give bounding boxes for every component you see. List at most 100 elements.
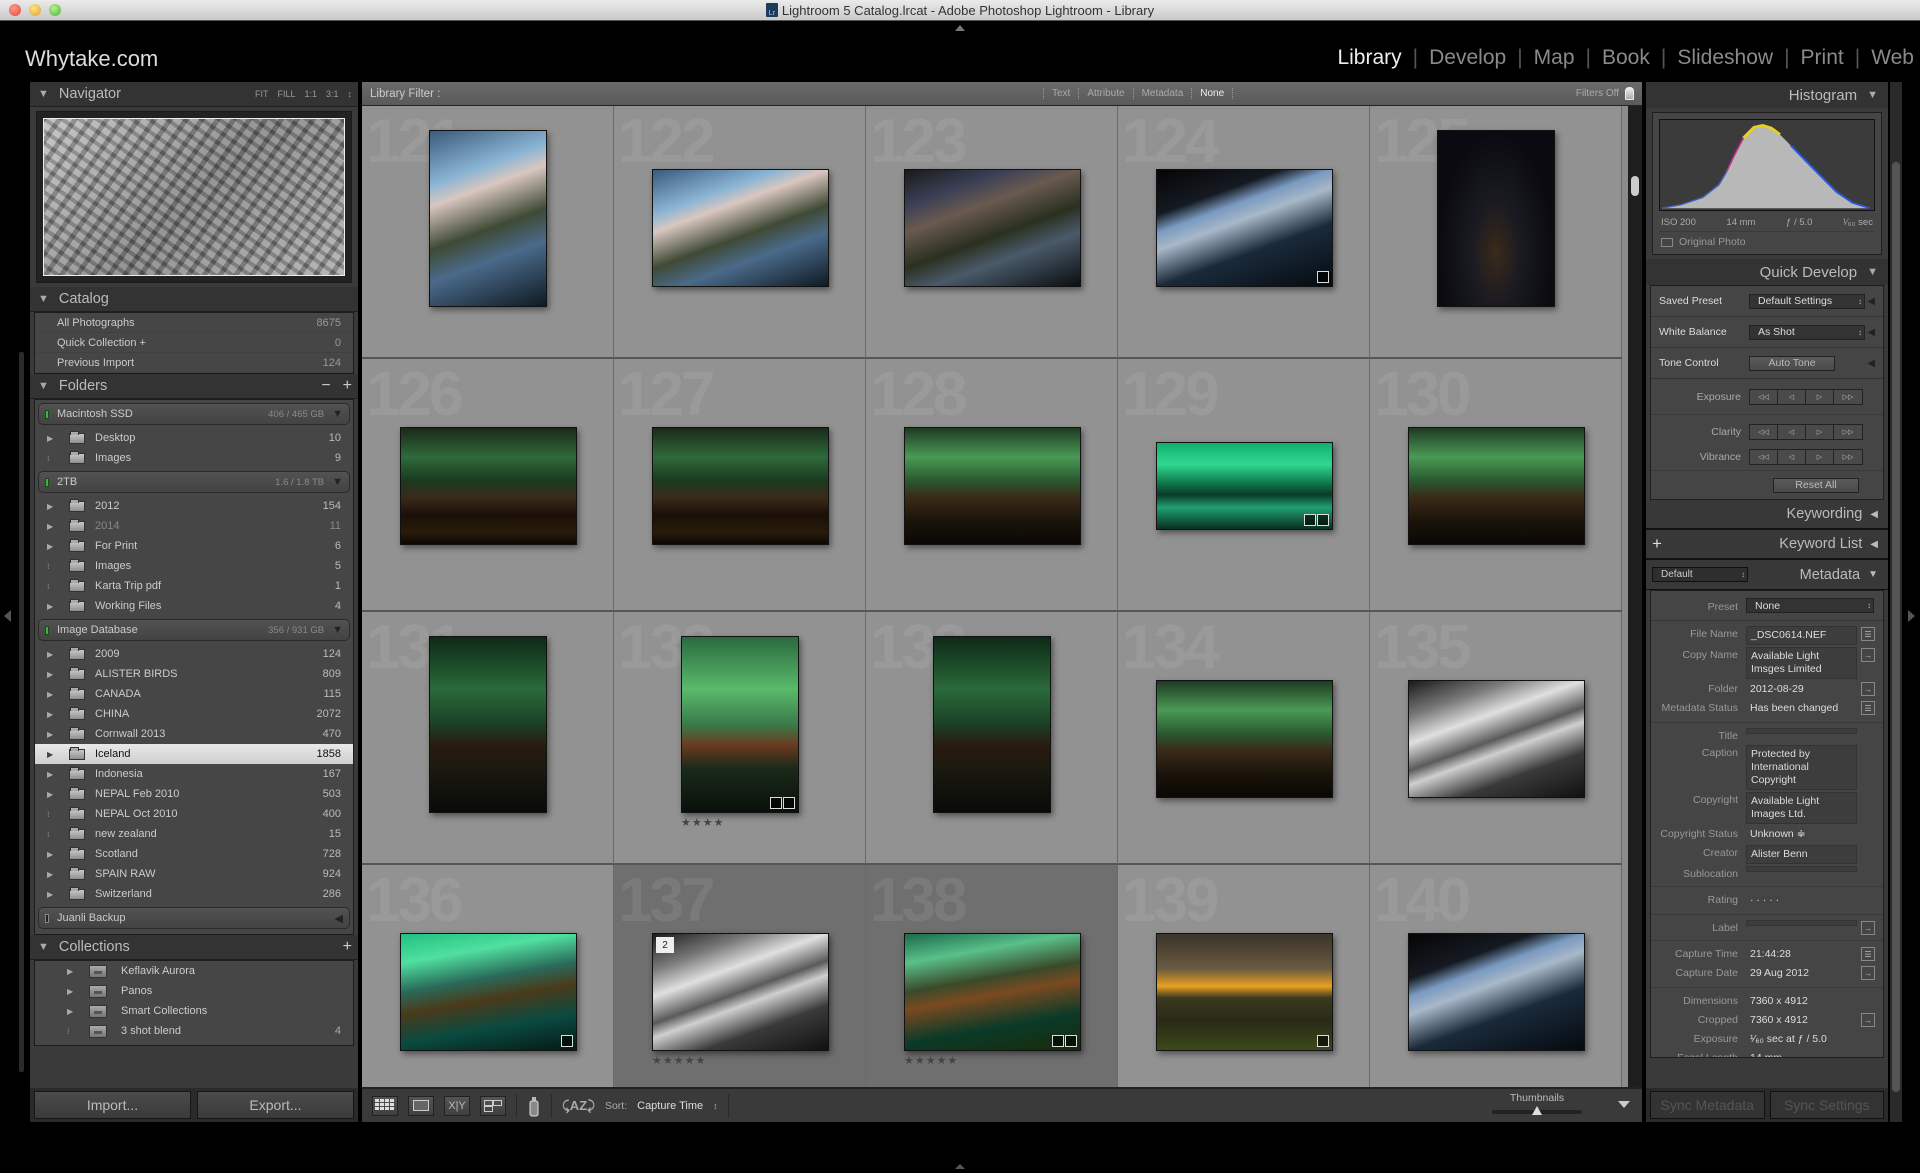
toolbar-content-menu-icon[interactable]: [1618, 1101, 1630, 1108]
folder-item[interactable]: ▶ ALISTER BIRDS 809: [35, 664, 353, 684]
photo-thumbnail[interactable]: [933, 636, 1051, 813]
filters-status[interactable]: Filters Off: [1576, 88, 1619, 99]
original-photo-toggle[interactable]: Original Photo: [1659, 232, 1875, 248]
folder-item[interactable]: ⁝ NEPAL Oct 2010 400: [35, 804, 353, 824]
disclosure-triangle-icon[interactable]: ▶: [47, 730, 59, 739]
grid-cell[interactable]: 135: [1370, 612, 1622, 865]
metadata-header[interactable]: Default Metadata ▼: [1646, 560, 1888, 590]
collapse-triangle-icon[interactable]: ▼: [332, 624, 343, 636]
navigator-preview[interactable]: [36, 111, 352, 283]
metadata-value[interactable]: _DSC0614.NEF: [1746, 626, 1857, 645]
vibrance-increase-large-button[interactable]: ▷▷: [1834, 450, 1862, 464]
histogram-header[interactable]: Histogram ▼: [1646, 82, 1888, 108]
go-to-arrow-icon[interactable]: →: [1861, 648, 1875, 662]
star-rating[interactable]: ★★★★★: [904, 1054, 958, 1067]
scrollbar-thumb[interactable]: [1892, 162, 1900, 1092]
close-window-button[interactable]: [9, 4, 21, 16]
develop-adjusted-badge-icon[interactable]: [1065, 1035, 1077, 1047]
grid-cell[interactable]: 126: [362, 359, 614, 612]
slider-knob[interactable]: [1532, 1106, 1542, 1115]
list-action-icon[interactable]: ☰: [1861, 627, 1875, 641]
metadata-value[interactable]: Available Light Images Ltd.: [1746, 792, 1857, 824]
module-slideshow[interactable]: Slideshow: [1677, 46, 1773, 70]
disclosure-triangle-icon[interactable]: ▶: [47, 870, 59, 879]
grid-cell[interactable]: 131: [362, 612, 614, 865]
filter-none[interactable]: None: [1191, 88, 1234, 99]
folder-item[interactable]: ▶ CANADA 115: [35, 684, 353, 704]
go-to-arrow-icon[interactable]: →: [1861, 1013, 1875, 1027]
sync-metadata-button[interactable]: Sync Metadata: [1650, 1091, 1765, 1119]
grid-cell[interactable]: 125: [1370, 106, 1622, 359]
filter-text[interactable]: Text: [1042, 88, 1078, 99]
folder-item[interactable]: ▶ Desktop 10: [35, 428, 353, 448]
keywording-header[interactable]: Keywording ◀: [1646, 500, 1888, 530]
reset-all-button[interactable]: Reset All: [1773, 477, 1859, 493]
lock-icon[interactable]: [1625, 87, 1634, 100]
collapse-triangle-icon[interactable]: ▼: [38, 293, 49, 305]
disclosure-triangle-icon[interactable]: ▶: [47, 522, 59, 531]
folder-item[interactable]: ▶ 2009 124: [35, 644, 353, 664]
vibrance-decrease-large-button[interactable]: ◁◁: [1750, 450, 1778, 464]
quick-develop-header[interactable]: Quick Develop ▼: [1646, 259, 1888, 285]
collapse-triangle-icon[interactable]: ▼: [38, 941, 49, 953]
right-panel-scrollbar[interactable]: [1890, 82, 1902, 1122]
white-balance-select[interactable]: As Shot: [1749, 324, 1865, 340]
remove-folder-icon[interactable]: −: [321, 377, 330, 395]
folder-item[interactable]: ⁝ new zealand 15: [35, 824, 353, 844]
catalog-header[interactable]: ▼ Catalog: [30, 287, 358, 312]
histogram-graph[interactable]: [1659, 119, 1875, 211]
disclosure-triangle-icon[interactable]: ▶: [67, 967, 77, 976]
grid-cell[interactable]: 128: [866, 359, 1118, 612]
collection-item[interactable]: ▶ Panos: [35, 981, 353, 1001]
survey-view-button[interactable]: [480, 1095, 506, 1116]
loupe-view-button[interactable]: [408, 1095, 434, 1116]
photo-thumbnail[interactable]: [400, 427, 577, 545]
photo-thumbnail[interactable]: [1408, 427, 1585, 545]
collapse-triangle-icon[interactable]: ▼: [332, 476, 343, 488]
go-to-arrow-icon[interactable]: →: [1861, 921, 1875, 935]
photo-thumbnail[interactable]: [904, 427, 1081, 545]
photo-thumbnail[interactable]: [429, 636, 547, 813]
clarity-decrease-button[interactable]: ◁: [1778, 424, 1806, 439]
sort-select-arrows-icon[interactable]: ↕: [713, 1101, 718, 1111]
disclosure-triangle-icon[interactable]: ▶: [47, 602, 59, 611]
exposure-decrease-large-button[interactable]: ◁◁: [1750, 389, 1778, 404]
filter-attribute[interactable]: Attribute: [1078, 88, 1132, 99]
collections-header[interactable]: ▼ Collections +: [30, 935, 358, 960]
vibrance-increase-button[interactable]: ▷: [1806, 450, 1834, 464]
disclosure-triangle-icon[interactable]: ▶: [67, 1007, 77, 1016]
catalog-item[interactable]: Previous Import 124: [35, 353, 353, 373]
navigator-zoom-fit[interactable]: FIT: [255, 89, 269, 99]
left-panel-scrollbar[interactable]: [19, 352, 24, 1072]
filter-metadata[interactable]: Metadata: [1132, 88, 1192, 99]
grid-cell[interactable]: 134: [1118, 612, 1370, 865]
expand-triangle-icon[interactable]: ◀: [1867, 358, 1875, 369]
add-collection-icon[interactable]: +: [343, 938, 352, 956]
sync-settings-button[interactable]: Sync Settings: [1769, 1091, 1884, 1119]
add-keyword-icon[interactable]: +: [1652, 534, 1662, 554]
grid-cell[interactable]: 132 ★★★★: [614, 612, 866, 865]
grid-cell[interactable]: 140: [1370, 865, 1622, 1111]
disclosure-triangle-icon[interactable]: ▶: [47, 710, 59, 719]
volume-header[interactable]: Macintosh SSD 406 / 465 GB ▼: [38, 403, 350, 425]
metadata-value[interactable]: [1746, 728, 1857, 734]
zoom-window-button[interactable]: [49, 4, 61, 16]
navigator-header[interactable]: ▼ Navigator FIT FILL 1:1 3:1 ↕: [30, 82, 358, 107]
disclosure-triangle-icon[interactable]: ▶: [47, 790, 59, 799]
star-rating[interactable]: ★★★★★: [652, 1054, 706, 1067]
disclosure-triangle-icon[interactable]: ▶: [47, 850, 59, 859]
navigator-zoom-1-1[interactable]: 1:1: [304, 89, 317, 99]
folder-item[interactable]: ⁝ Images 9: [35, 448, 353, 468]
import-button[interactable]: Import...: [34, 1091, 191, 1119]
add-folder-icon[interactable]: +: [343, 377, 352, 395]
photo-thumbnail[interactable]: [1156, 680, 1333, 798]
expand-triangle-icon[interactable]: ◀: [335, 912, 343, 925]
expand-triangle-icon[interactable]: ◀: [1870, 509, 1878, 520]
disclosure-triangle-icon[interactable]: ▶: [47, 650, 59, 659]
expand-triangle-icon[interactable]: ◀: [1867, 296, 1875, 307]
catalog-item[interactable]: Quick Collection + 0: [35, 333, 353, 353]
disclosure-triangle-icon[interactable]: ▶: [47, 890, 59, 899]
collection-item[interactable]: ▶ Smart Collections: [35, 1001, 353, 1021]
metadata-value[interactable]: [1746, 920, 1857, 926]
disclosure-triangle-icon[interactable]: ▶: [47, 542, 59, 551]
